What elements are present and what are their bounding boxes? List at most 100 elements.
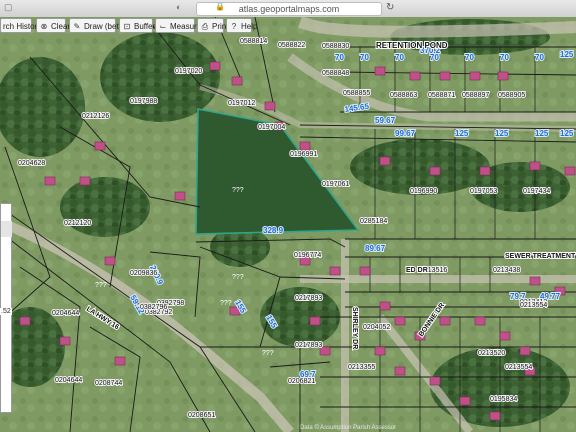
house-marker — [429, 166, 441, 176]
help-button[interactable]: ? Help — [226, 18, 257, 33]
parcel-id-label: 0588897 — [462, 92, 489, 99]
house-marker — [174, 191, 186, 201]
browser-window: ▢ ◐ atlas.geoportalmaps.com 🔒 ↻ 370.2 70… — [0, 0, 576, 432]
pencil-icon: ✎ — [73, 22, 81, 31]
unknown-acreage-label: ??? — [232, 274, 244, 281]
parcel-id-label: 0197020 — [175, 68, 202, 75]
house-marker — [474, 316, 486, 326]
unknown-acreage-label: ??? — [262, 350, 274, 357]
dimension-label: 70 — [360, 53, 369, 62]
house-marker — [379, 156, 391, 166]
url-text: atlas.geoportalmaps.com — [238, 4, 340, 14]
parcel-id-label: 0213554 — [505, 364, 532, 371]
side-panel-row[interactable] — [1, 221, 12, 237]
dimension-label: 125 — [560, 129, 574, 138]
parcel-id-label: 0213520 — [478, 350, 505, 357]
house-marker — [564, 166, 576, 176]
house-marker — [459, 396, 471, 406]
house-marker — [44, 176, 56, 186]
parcel-id-label: 0197004 — [258, 124, 285, 131]
road-label: RETENTION POND — [376, 41, 448, 50]
dimension-label: 125 — [560, 50, 574, 59]
draw-button[interactable]: ✎ Draw (beta) — [69, 18, 126, 33]
parcel-map[interactable]: 370.2 70 70 70 70 70 70 70 145.65 99.67 59.67 125 12… — [0, 17, 576, 432]
parcel-id-label: 0196990 — [410, 188, 437, 195]
dimension-label: 70 — [395, 53, 404, 62]
house-marker — [329, 266, 341, 276]
help-label: Help — [241, 22, 258, 31]
house-marker — [19, 316, 31, 326]
parcel-id-label: 0588830 — [322, 43, 349, 50]
house-marker — [479, 166, 491, 176]
parcel-id-label: 0212126 — [82, 113, 109, 120]
parcel-id-label: 0208744 — [95, 380, 122, 387]
parcel-id-label: 0204052 — [363, 324, 390, 331]
house-marker — [394, 366, 406, 376]
parcel-id-label: 0197434 — [523, 188, 550, 195]
parcel-id-label: 0197988 — [130, 98, 157, 105]
buffer-button[interactable]: ⊡ Buffer — [119, 18, 155, 33]
dimension-label: 99.67 — [395, 129, 416, 138]
parcel-id-label: 0588855 — [343, 90, 370, 97]
parcel-id-label: 0382796 — [140, 304, 167, 311]
parcel-id-label: 0588863 — [390, 92, 417, 99]
parcel-id-label: 0588871 — [428, 92, 455, 99]
parcel-id-label: 0217893 — [295, 295, 322, 302]
house-marker — [231, 76, 243, 86]
browser-address-bar: ▢ ◐ atlas.geoportalmaps.com 🔒 ↻ — [0, 0, 576, 18]
parcel-id-label: 0208651 — [188, 412, 215, 419]
house-marker — [209, 61, 221, 71]
house-marker — [79, 176, 91, 186]
print-button[interactable]: ⎙ Print — [197, 18, 228, 33]
parcel-id-label: 0196991 — [290, 151, 317, 158]
road-label: ED DR — [406, 267, 428, 274]
dimension-label: 328.9 — [263, 226, 284, 235]
house-marker — [104, 256, 116, 266]
house-marker — [429, 376, 441, 386]
house-marker — [529, 276, 541, 286]
house-marker — [309, 316, 321, 326]
help-icon: ? — [231, 22, 237, 31]
reload-icon[interactable]: ↻ — [386, 2, 394, 13]
house-marker — [439, 316, 451, 326]
dimension-label: 125 — [455, 129, 469, 138]
dimension-label: 125 — [535, 129, 549, 138]
ruler-icon: ⌙ — [159, 22, 167, 31]
house-marker — [439, 71, 451, 81]
buffer-icon: ⊡ — [123, 22, 131, 31]
parcel-id-label: 0197061 — [322, 181, 349, 188]
house-marker — [264, 101, 276, 111]
parcel-id-label: 0213438 — [493, 267, 520, 274]
clear-button[interactable]: ⊗ Clear — [36, 18, 70, 33]
unknown-acreage-label: ??? — [95, 282, 107, 289]
clear-label: Clear — [51, 22, 71, 31]
parcel-id-label: 0588905 — [498, 92, 525, 99]
parcel-id-label: 0209836 — [130, 270, 157, 277]
house-marker — [299, 141, 311, 151]
sidebar-toggle-icon[interactable]: ▢ — [4, 2, 13, 13]
parcel-id-label: 0285184 — [360, 218, 387, 225]
parcel-id-label: 0588822 — [278, 42, 305, 49]
search-history-button[interactable]: rch History — [0, 18, 41, 33]
house-marker — [469, 71, 481, 81]
measure-button[interactable]: ⌙ Measure — [155, 18, 201, 33]
privacy-shield-icon[interactable]: ◐ — [176, 2, 181, 12]
unknown-acreage-label: ??? — [220, 300, 232, 307]
house-marker — [519, 346, 531, 356]
dimension-label: 70 — [335, 53, 344, 62]
parcel-id-label: 0204628 — [18, 160, 45, 167]
house-marker — [114, 356, 126, 366]
dimension-label: 59.67 — [375, 116, 396, 125]
parcel-id-label: 0213554 — [520, 302, 547, 309]
house-marker — [529, 161, 541, 171]
dimension-label: 89.67 — [365, 244, 386, 253]
map-canvas[interactable]: 370.270 70 70 70 70 70 70145.6599.6759.67125 12… — [0, 17, 576, 432]
house-marker — [499, 331, 511, 341]
parcel-id-label: 0206821 — [288, 378, 315, 385]
house-marker — [374, 346, 386, 356]
parcel-id-label: 0197012 — [228, 100, 255, 107]
dimension-label: 70 — [430, 53, 439, 62]
road-label: SHIRLEY DR — [351, 307, 358, 349]
side-panel-value: .52 — [0, 308, 12, 315]
parcel-id-label: 0212120 — [64, 220, 91, 227]
